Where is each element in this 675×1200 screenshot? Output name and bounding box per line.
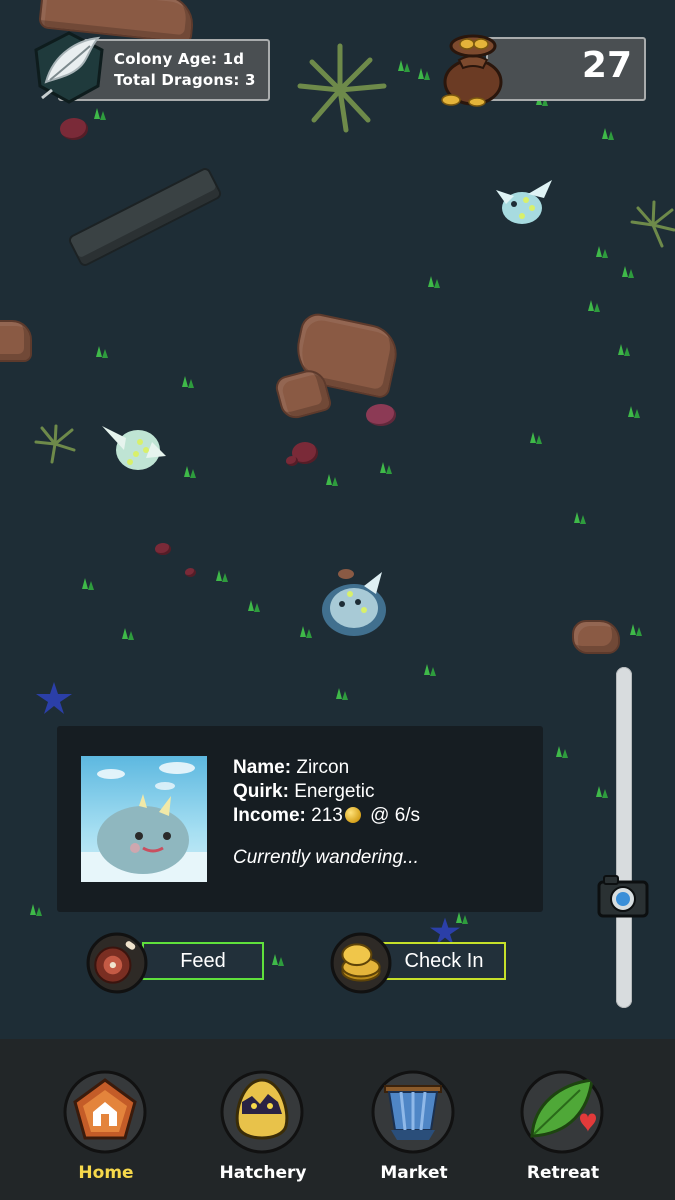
gold-coins-icon[interactable]	[330, 932, 392, 994]
grass-tuft	[596, 246, 608, 258]
nav-home[interactable]: Home	[41, 1039, 171, 1200]
grass-tuft	[326, 474, 338, 486]
fern-plant	[630, 200, 675, 248]
dragon-portrait	[81, 756, 207, 882]
nav-retreat-label: Retreat	[526, 1163, 600, 1183]
home-icon	[63, 1070, 147, 1154]
egg-icon	[220, 1070, 304, 1154]
grass-tuft	[602, 128, 614, 140]
fallen-log	[66, 165, 224, 269]
berry-bush	[366, 404, 396, 426]
berry-bush	[185, 568, 196, 577]
dragon-income-row: Income: 213 @ 6/s	[233, 804, 533, 828]
dragon-sprite[interactable]	[494, 176, 556, 234]
nav-market-label: Market	[380, 1163, 448, 1183]
zoom-slider-track[interactable]	[616, 667, 632, 1008]
berry-bush	[60, 118, 88, 140]
grass-tuft	[596, 786, 608, 798]
rock	[0, 320, 32, 362]
grass-tuft	[618, 344, 630, 356]
grass-tuft	[336, 688, 348, 700]
colony-age: Colony Age: 1d	[114, 50, 245, 68]
check-in-button-label: Check In	[404, 949, 484, 972]
grass-tuft	[122, 628, 134, 640]
grass-tuft	[630, 624, 642, 636]
name-label: Name:	[233, 757, 292, 778]
rock	[572, 620, 620, 654]
grass-tuft	[622, 266, 634, 278]
feed-button[interactable]: Feed	[142, 942, 264, 980]
dragon-info-text: Name: Zircon Quirk: Energetic Income: 21…	[233, 756, 533, 870]
blue-flower	[36, 682, 72, 714]
grass-tuft	[184, 466, 196, 478]
grass-tuft	[556, 746, 568, 758]
grass-tuft	[182, 376, 194, 388]
coin-counter-panel: 27	[486, 37, 646, 101]
dragon-quirk: Energetic	[294, 781, 375, 802]
coin-bag-icon[interactable]	[437, 32, 509, 108]
grass-tuft	[300, 626, 312, 638]
nav-market[interactable]: Market	[349, 1039, 479, 1200]
nav-home-label: Home	[78, 1163, 134, 1183]
grass-tuft	[428, 276, 440, 288]
camera-icon[interactable]	[596, 872, 650, 920]
grass-tuft	[82, 578, 94, 590]
colony-emblem-icon[interactable]	[32, 30, 106, 104]
grass-tuft	[424, 664, 436, 676]
leaf-heart-icon	[520, 1070, 604, 1154]
berry-bush	[286, 456, 298, 466]
dragon-portrait-image	[81, 762, 207, 882]
grass-tuft	[94, 108, 106, 120]
quirk-label: Quirk:	[233, 781, 289, 802]
fern-plant	[34, 424, 76, 464]
grass-tuft	[398, 60, 410, 72]
dragon-sprite[interactable]	[102, 412, 168, 476]
coin-icon	[344, 807, 361, 823]
dragon-info-panel: Name: Zircon Quirk: Energetic Income: 21…	[57, 726, 543, 912]
total-dragons: Total Dragons: 3	[114, 71, 256, 89]
nav-hatchery-label: Hatchery	[219, 1163, 307, 1183]
grass-tuft	[588, 300, 600, 312]
fern-plant	[297, 43, 387, 133]
grass-tuft	[530, 432, 542, 444]
dragon-quirk-row: Quirk: Energetic	[233, 780, 533, 804]
nav-hatchery[interactable]: Hatchery	[198, 1039, 328, 1200]
coin-count: 27	[581, 45, 632, 86]
income-amount: 213	[311, 805, 343, 826]
income-rate: @ 6/s	[370, 805, 421, 826]
bottom-navigation: Home Hatchery Market Retreat	[0, 1039, 675, 1200]
nav-retreat[interactable]: Retreat	[498, 1039, 628, 1200]
grass-tuft	[272, 954, 284, 966]
dragon-name: Zircon	[296, 757, 350, 778]
dragon-status: Currently wandering...	[233, 847, 419, 868]
dragon-sprite-selected[interactable]	[318, 564, 390, 640]
market-stall-icon	[371, 1070, 455, 1154]
grass-tuft	[248, 600, 260, 612]
grass-tuft	[96, 346, 108, 358]
colony-stats-text: Colony Age: 1d Total Dragons: 3	[114, 49, 262, 91]
berry-bush	[155, 543, 171, 555]
grass-tuft	[574, 512, 586, 524]
grass-tuft	[628, 406, 640, 418]
grass-tuft	[380, 462, 392, 474]
check-in-button[interactable]: Check In	[382, 942, 506, 980]
feed-button-label: Feed	[180, 949, 226, 972]
meat-icon[interactable]	[86, 932, 148, 994]
dragon-name-row: Name: Zircon	[233, 756, 533, 780]
grass-tuft	[216, 570, 228, 582]
grass-tuft	[418, 68, 430, 80]
income-label: Income:	[233, 805, 306, 826]
grass-tuft	[30, 904, 42, 916]
